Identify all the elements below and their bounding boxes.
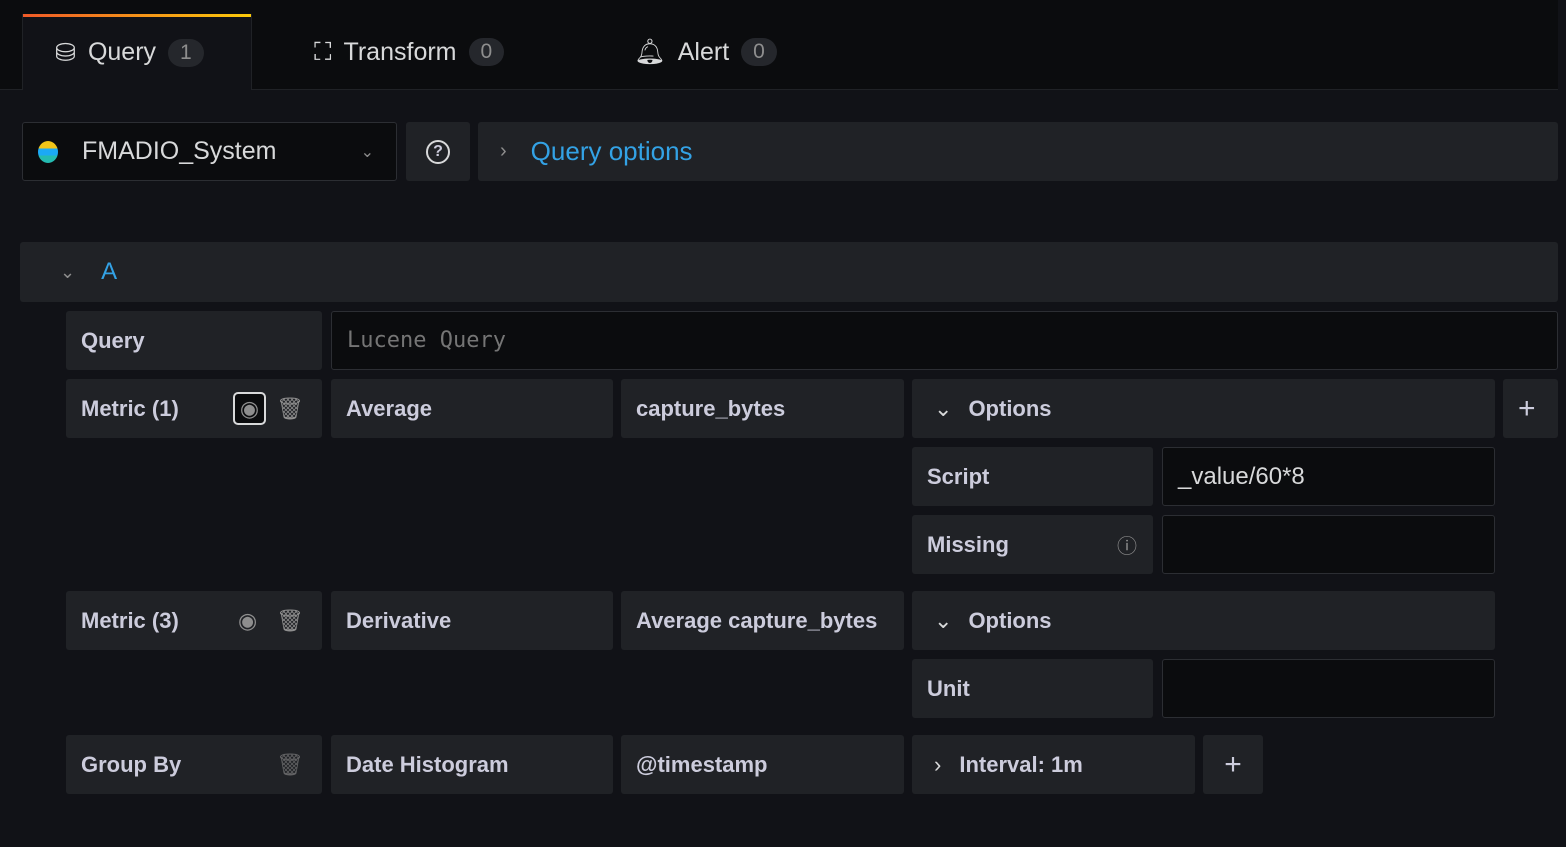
add-group-by-button[interactable]: + xyxy=(1203,735,1263,794)
metric-field-select[interactable]: Average capture_bytes xyxy=(621,591,904,650)
tab-alert[interactable]: 🔔︎ Alert 0 xyxy=(602,14,777,90)
interval-label: Interval: 1m xyxy=(959,752,1083,778)
chevron-down-icon: ⌄ xyxy=(934,396,952,422)
group-by-label-text: Group By xyxy=(81,752,181,778)
query-label: Query xyxy=(66,311,322,370)
chevron-right-icon: › xyxy=(500,140,507,163)
add-metric-button[interactable]: + xyxy=(1503,379,1558,438)
tab-query[interactable]: ⛁ Query 1 xyxy=(22,14,252,90)
tab-count: 1 xyxy=(168,39,204,67)
info-icon[interactable]: ⓘ xyxy=(1117,530,1137,559)
script-label: Script xyxy=(912,447,1153,506)
eye-icon[interactable]: ◉ xyxy=(238,608,257,634)
query-options-label: Query options xyxy=(531,136,693,167)
chevron-down-icon: ⌄ xyxy=(60,262,75,283)
plus-icon: + xyxy=(1224,748,1242,782)
unit-label: Unit xyxy=(912,659,1153,718)
plus-icon: + xyxy=(1518,392,1536,426)
metric-label: Metric (3) xyxy=(81,608,179,634)
metric-type-select[interactable]: Derivative xyxy=(331,591,613,650)
interval-options-toggle[interactable]: › Interval: 1m xyxy=(912,735,1195,794)
group-by-label: Group By 🗑︎ xyxy=(66,735,322,794)
chevron-right-icon: › xyxy=(934,752,941,778)
eye-icon[interactable]: ◉ xyxy=(233,392,266,425)
query-row-header[interactable]: ⌄ A xyxy=(20,242,1558,302)
tab-count: 0 xyxy=(741,38,777,66)
help-button[interactable]: ? xyxy=(406,122,470,181)
metric-3-label: Metric (3) ◉ 🗑︎ xyxy=(66,591,322,650)
tab-label: Alert xyxy=(678,38,729,67)
metric-label: Metric (1) xyxy=(81,396,179,422)
database-icon: ⛁ xyxy=(55,38,76,68)
help-icon: ? xyxy=(426,140,450,164)
metric-type-select[interactable]: Average xyxy=(331,379,613,438)
metric-1-label: Metric (1) ◉ 🗑︎ xyxy=(66,379,322,438)
script-input[interactable]: _value/60*8 xyxy=(1162,447,1495,506)
tab-label: Transform xyxy=(344,38,457,67)
tab-label: Query xyxy=(88,38,156,67)
options-label: Options xyxy=(968,396,1051,422)
options-label: Options xyxy=(968,608,1051,634)
query-ref-id[interactable]: A xyxy=(101,258,117,286)
chevron-down-icon: ⌄ xyxy=(361,142,374,162)
bucket-field-select[interactable]: @timestamp xyxy=(621,735,904,794)
missing-label-text: Missing xyxy=(927,532,1009,558)
trash-icon[interactable]: 🗑︎ xyxy=(276,752,304,778)
query-options-toggle[interactable]: › Query options xyxy=(478,122,1558,181)
datasource-select[interactable]: FMADIO_System ⌄ xyxy=(22,122,397,181)
missing-input[interactable] xyxy=(1162,515,1495,574)
metric-options-toggle[interactable]: ⌄ Options xyxy=(912,379,1495,438)
bell-icon: 🔔︎ xyxy=(634,38,666,67)
metric-options-toggle[interactable]: ⌄ Options xyxy=(912,591,1495,650)
transform-icon: ⛶ xyxy=(314,38,332,67)
datasource-name: FMADIO_System xyxy=(82,137,276,166)
lucene-query-input[interactable] xyxy=(331,311,1558,370)
trash-icon[interactable]: 🗑︎ xyxy=(276,608,304,634)
tab-transform[interactable]: ⛶ Transform 0 xyxy=(282,14,504,90)
trash-icon[interactable]: 🗑︎ xyxy=(276,396,304,422)
bucket-type-select[interactable]: Date Histogram xyxy=(331,735,613,794)
metric-field-select[interactable]: capture_bytes xyxy=(621,379,904,438)
missing-label: Missing ⓘ xyxy=(912,515,1153,574)
tab-count: 0 xyxy=(469,38,505,66)
unit-input[interactable] xyxy=(1162,659,1495,718)
elasticsearch-logo-icon xyxy=(38,141,58,163)
chevron-down-icon: ⌄ xyxy=(934,608,952,634)
